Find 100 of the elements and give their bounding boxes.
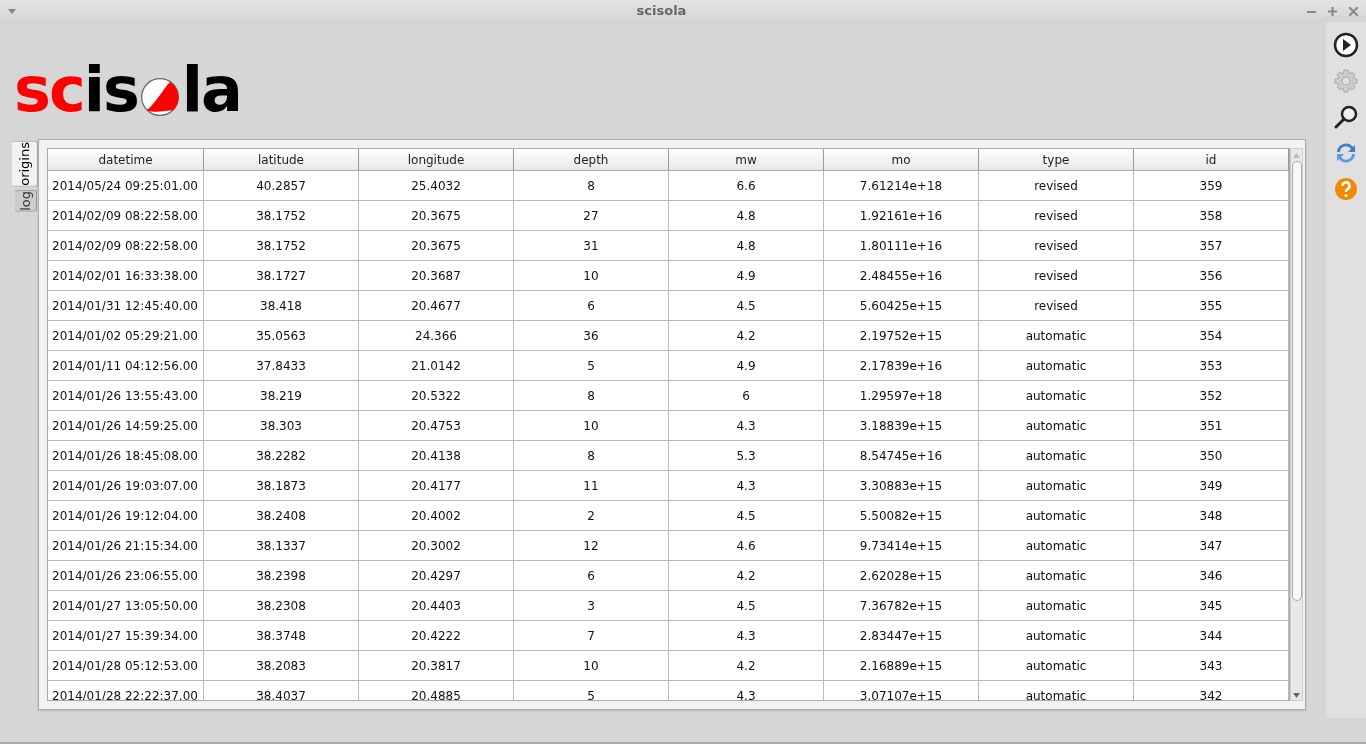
column-header[interactable]: latitude bbox=[204, 149, 359, 170]
table-cell: 1.92161e+16 bbox=[824, 201, 979, 230]
column-header[interactable]: type bbox=[979, 149, 1134, 170]
table-cell: 1.80111e+16 bbox=[824, 231, 979, 260]
scroll-down-icon[interactable] bbox=[1293, 693, 1300, 698]
table-cell: 8.54745e+16 bbox=[824, 441, 979, 470]
table-cell: 2014/01/26 21:15:34.00 bbox=[48, 531, 204, 560]
table-cell: 350 bbox=[1134, 441, 1289, 470]
table-cell: 36 bbox=[514, 321, 669, 350]
dropdown-arrow-icon[interactable] bbox=[8, 8, 16, 14]
table-cell: 2.19752e+15 bbox=[824, 321, 979, 350]
table-cell: 4.6 bbox=[669, 531, 824, 560]
window-title: scisola bbox=[636, 2, 687, 21]
table-cell: 4.3 bbox=[669, 681, 824, 700]
table-cell: 2014/01/28 05:12:53.00 bbox=[48, 651, 204, 680]
column-header[interactable]: datetime bbox=[48, 149, 204, 170]
scrollbar-thumb[interactable] bbox=[1291, 161, 1302, 601]
table-cell: 1.29597e+18 bbox=[824, 381, 979, 410]
table-cell: 20.4177 bbox=[359, 471, 514, 500]
table-cell: 2.16889e+15 bbox=[824, 651, 979, 680]
table-cell: 2.62028e+15 bbox=[824, 561, 979, 590]
table-cell: 2014/01/11 04:12:56.00 bbox=[48, 351, 204, 380]
table-cell: 4.2 bbox=[669, 561, 824, 590]
table-cell: 2014/02/09 08:22:58.00 bbox=[48, 201, 204, 230]
table-cell: 38.1752 bbox=[204, 201, 359, 230]
table-cell: revised bbox=[979, 171, 1134, 200]
scrollbar[interactable] bbox=[1290, 148, 1303, 701]
table-cell: 20.4403 bbox=[359, 591, 514, 620]
table-cell: 6 bbox=[669, 381, 824, 410]
column-header[interactable]: depth bbox=[514, 149, 669, 170]
column-header[interactable]: longitude bbox=[359, 149, 514, 170]
table-cell: 5.60425e+15 bbox=[824, 291, 979, 320]
table-cell: 20.3675 bbox=[359, 201, 514, 230]
table-cell: 358 bbox=[1134, 201, 1289, 230]
table-cell: 4.5 bbox=[669, 501, 824, 530]
table-cell: 352 bbox=[1134, 381, 1289, 410]
table-cell: 10 bbox=[514, 411, 669, 440]
table-cell: 2014/01/26 18:45:08.00 bbox=[48, 441, 204, 470]
table-cell: 20.3002 bbox=[359, 531, 514, 560]
table-cell: 20.3817 bbox=[359, 651, 514, 680]
table-cell: 348 bbox=[1134, 501, 1289, 530]
table-cell: 2.17839e+16 bbox=[824, 351, 979, 380]
column-header[interactable]: mw bbox=[669, 149, 824, 170]
table-cell: 10 bbox=[514, 261, 669, 290]
table-cell: 4.2 bbox=[669, 321, 824, 350]
table-cell: 6 bbox=[514, 561, 669, 590]
play-icon[interactable] bbox=[1333, 32, 1359, 58]
table-cell: 2014/02/09 08:22:58.00 bbox=[48, 231, 204, 260]
table-cell: 2014/01/26 19:03:07.00 bbox=[48, 471, 204, 500]
table-cell: 4.2 bbox=[669, 651, 824, 680]
table-cell: 8 bbox=[514, 381, 669, 410]
table-cell: 2014/05/24 09:25:01.00 bbox=[48, 171, 204, 200]
table-cell: 357 bbox=[1134, 231, 1289, 260]
table-cell: 355 bbox=[1134, 291, 1289, 320]
table-cell: 38.219 bbox=[204, 381, 359, 410]
table-cell: automatic bbox=[979, 501, 1134, 530]
table-cell: automatic bbox=[979, 561, 1134, 590]
help-icon[interactable] bbox=[1333, 176, 1359, 202]
table-cell: revised bbox=[979, 291, 1134, 320]
column-header[interactable]: id bbox=[1134, 149, 1289, 170]
table-cell: 38.2408 bbox=[204, 501, 359, 530]
table-cell: 2014/01/28 22:22:37.00 bbox=[48, 681, 204, 700]
table-cell: 2.83447e+15 bbox=[824, 621, 979, 650]
table-cell: 20.4222 bbox=[359, 621, 514, 650]
table-cell: 343 bbox=[1134, 651, 1289, 680]
table-cell: 2014/01/27 13:05:50.00 bbox=[48, 591, 204, 620]
table-cell: 359 bbox=[1134, 171, 1289, 200]
table-cell: 342 bbox=[1134, 681, 1289, 700]
settings-icon[interactable] bbox=[1333, 68, 1359, 94]
table-cell: 2 bbox=[514, 501, 669, 530]
table-cell: 38.4037 bbox=[204, 681, 359, 700]
search-icon[interactable] bbox=[1333, 104, 1359, 130]
table-cell: automatic bbox=[979, 591, 1134, 620]
side-tab[interactable]: log bbox=[15, 189, 37, 212]
table-cell: 2014/01/27 15:39:34.00 bbox=[48, 621, 204, 650]
table-cell: 38.1337 bbox=[204, 531, 359, 560]
table-cell: 347 bbox=[1134, 531, 1289, 560]
table-cell: 349 bbox=[1134, 471, 1289, 500]
table-cell: 11 bbox=[514, 471, 669, 500]
table-cell: 38.1873 bbox=[204, 471, 359, 500]
table-cell: 20.4753 bbox=[359, 411, 514, 440]
table-cell: 20.4138 bbox=[359, 441, 514, 470]
scroll-up-icon[interactable] bbox=[1293, 153, 1300, 158]
side-tab[interactable]: origins bbox=[12, 141, 38, 187]
table-cell: 344 bbox=[1134, 621, 1289, 650]
table-cell: 3.30883e+15 bbox=[824, 471, 979, 500]
table-cell: 2014/01/31 12:45:40.00 bbox=[48, 291, 204, 320]
table-cell: 37.8433 bbox=[204, 351, 359, 380]
close-icon[interactable] bbox=[1349, 6, 1358, 16]
table-cell: 4.9 bbox=[669, 351, 824, 380]
table-cell: 354 bbox=[1134, 321, 1289, 350]
table-cell: 21.0142 bbox=[359, 351, 514, 380]
logo: scis la bbox=[14, 51, 241, 121]
maximize-icon[interactable] bbox=[1328, 6, 1337, 16]
table-cell: 5.3 bbox=[669, 441, 824, 470]
column-header[interactable]: mo bbox=[824, 149, 979, 170]
table-cell: 40.2857 bbox=[204, 171, 359, 200]
table-cell: automatic bbox=[979, 321, 1134, 350]
table-cell: 38.303 bbox=[204, 411, 359, 440]
table-cell: 12 bbox=[514, 531, 669, 560]
